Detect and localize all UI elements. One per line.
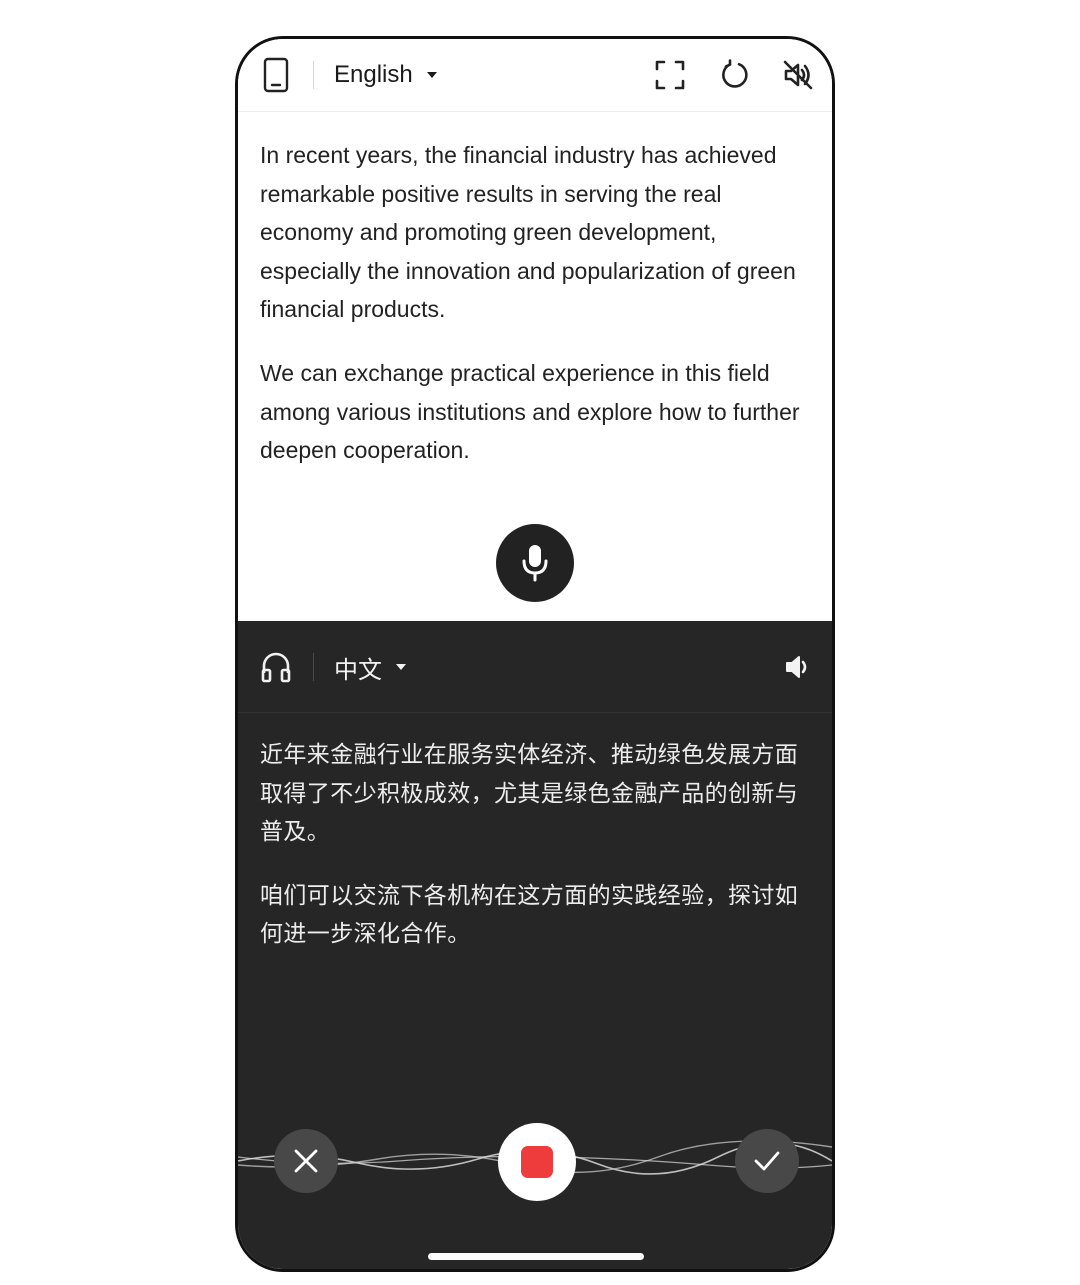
phone-frame: English In recent years, the financial i… <box>235 36 835 1272</box>
home-indicator[interactable] <box>428 1253 644 1260</box>
speaker-muted-icon[interactable] <box>780 57 816 93</box>
toolbar-divider <box>313 61 314 89</box>
checkmark-icon <box>754 1151 780 1171</box>
source-transcript: In recent years, the financial industry … <box>260 136 816 470</box>
phone-icon[interactable] <box>258 57 294 93</box>
speaker-icon[interactable] <box>780 649 816 685</box>
stop-recording-button[interactable] <box>498 1123 576 1201</box>
source-language-label: English <box>334 61 413 88</box>
chevron-down-icon <box>396 664 406 670</box>
source-panel: English In recent years, the financial i… <box>238 39 832 621</box>
source-language-select[interactable]: English <box>334 59 437 91</box>
source-paragraph: In recent years, the financial industry … <box>260 142 796 323</box>
source-toolbar: English <box>238 39 832 112</box>
chevron-down-icon <box>426 72 437 78</box>
stop-icon <box>521 1146 553 1178</box>
microphone-button[interactable] <box>496 524 574 602</box>
toolbar-divider <box>313 653 314 681</box>
close-icon <box>294 1149 318 1173</box>
fullscreen-icon[interactable] <box>652 57 688 93</box>
refresh-icon[interactable] <box>716 57 752 93</box>
target-toolbar: 中文 <box>238 621 832 713</box>
headphones-icon[interactable] <box>258 649 294 685</box>
target-panel: 中文 近年来金融行业在服务实体经济、推动绿色发展方面取得了不少积极成效，尤其是绿… <box>238 621 832 1269</box>
source-paragraph: We can exchange practical experience in … <box>260 359 800 464</box>
target-language-select[interactable]: 中文 <box>334 651 406 684</box>
target-paragraph: 近年来金融行业在服务实体经济、推动绿色发展方面取得了不少积极成效，尤其是绿色金融… <box>260 741 799 845</box>
cancel-button[interactable] <box>274 1129 338 1193</box>
target-transcript: 近年来金融行业在服务实体经济、推动绿色发展方面取得了不少积极成效，尤其是绿色金融… <box>260 735 816 953</box>
target-language-label: 中文 <box>334 656 382 684</box>
target-paragraph: 咱们可以交流下各机构在这方面的实践经验，探讨如何进一步深化合作。 <box>260 881 799 947</box>
microphone-icon <box>522 545 548 582</box>
confirm-button[interactable] <box>735 1129 799 1193</box>
